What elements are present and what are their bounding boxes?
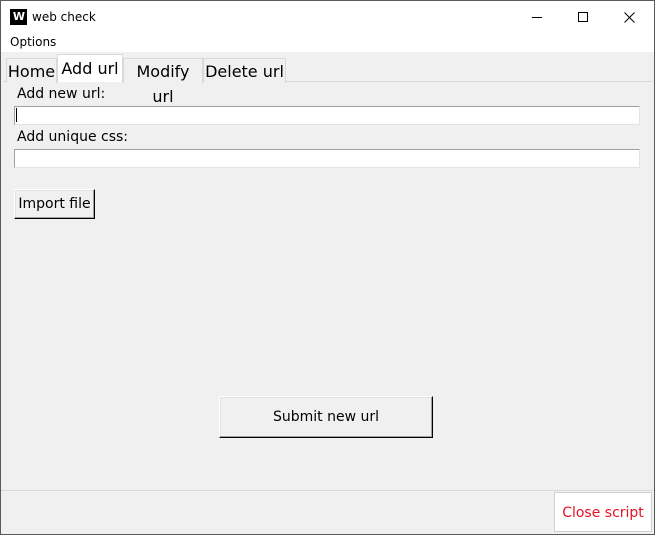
tab-delete-url[interactable]: Delete url: [203, 58, 286, 83]
submit-new-url-button[interactable]: Submit new url: [219, 396, 433, 438]
import-file-button[interactable]: Import file: [14, 189, 95, 219]
maximize-button[interactable]: [560, 1, 606, 33]
app-window: W web check Options Home Add url Modify …: [0, 0, 655, 535]
tab-home[interactable]: Home: [6, 58, 57, 83]
close-window-button[interactable]: [606, 1, 652, 33]
new-url-input[interactable]: [14, 106, 640, 125]
close-icon: [624, 12, 635, 23]
tab-modify-url[interactable]: Modify url: [123, 58, 203, 106]
close-script-button[interactable]: Close script: [554, 492, 652, 532]
text-caret: [16, 108, 17, 122]
minimize-button[interactable]: [514, 1, 560, 33]
tab-add-url[interactable]: Add url: [57, 54, 123, 82]
add-unique-css-label: Add unique css:: [17, 129, 129, 145]
unique-css-input[interactable]: [14, 149, 640, 168]
app-logo-icon: W: [10, 9, 27, 25]
window-title: web check: [32, 10, 96, 24]
menu-bar: Options: [1, 33, 654, 52]
add-new-url-label: Add new url:: [17, 86, 106, 102]
title-bar[interactable]: W web check: [1, 1, 654, 33]
menu-options[interactable]: Options: [10, 33, 56, 52]
